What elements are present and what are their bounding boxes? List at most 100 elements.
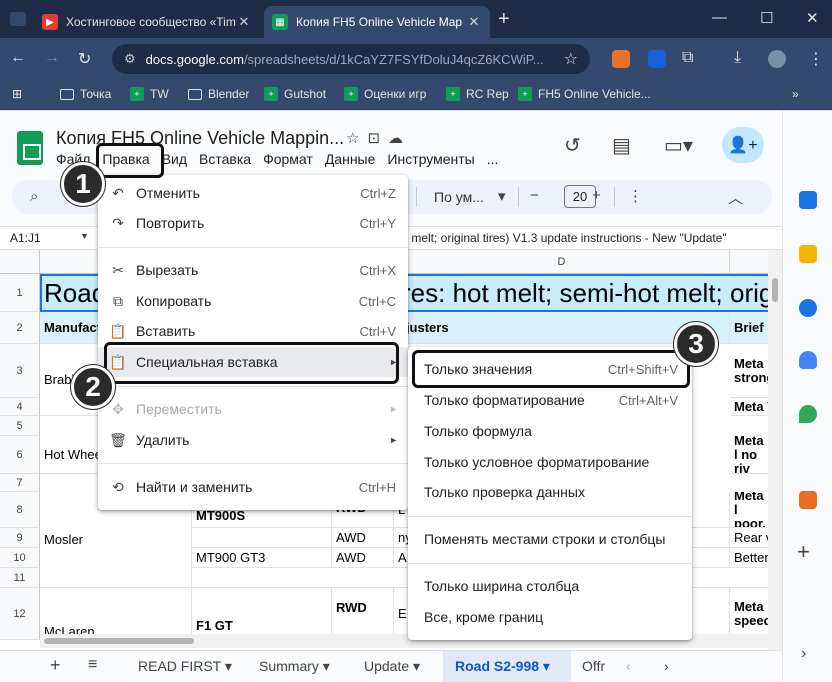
sheet-tab-road-s2-998[interactable]: Road S2-998 ▾ — [455, 658, 550, 675]
row-header[interactable]: 10 — [0, 548, 40, 568]
increase-font-size-button[interactable]: + — [592, 187, 601, 204]
row-header[interactable]: 2 — [0, 312, 40, 344]
row-header[interactable]: 3 — [0, 344, 40, 398]
sheets-logo-icon[interactable] — [17, 131, 43, 165]
back-icon[interactable]: ← — [10, 49, 26, 67]
row-header[interactable]: 4 — [0, 398, 40, 416]
vertical-scrollbar[interactable] — [768, 250, 782, 650]
sheet-tab-update[interactable]: Update ▾ — [364, 658, 420, 675]
browser-menu-icon[interactable]: ⋮ — [808, 49, 824, 69]
download-icon[interactable]: ⤓ — [734, 49, 741, 67]
browser-tab-sheet[interactable]: ▦ Копия FH5 Online Vehicle Map ✕ — [264, 6, 490, 38]
menu-item-find-replace[interactable]: ⟲ Найти и заменить Ctrl+H — [98, 472, 408, 502]
row-header[interactable]: 9 — [0, 528, 40, 548]
bookmark-tochka[interactable]: Точка — [60, 87, 111, 101]
bookmark-ocenki[interactable]: + Оценки игр — [344, 87, 426, 101]
row-header[interactable]: 5 — [0, 416, 40, 436]
forward-icon[interactable]: → — [44, 49, 60, 67]
keep-icon[interactable] — [799, 245, 817, 263]
bookmark-rcrep[interactable]: + RC Rep — [446, 87, 509, 101]
cell-b12[interactable]: F1 GT — [192, 588, 332, 640]
scroll-thumb[interactable] — [772, 278, 778, 302]
site-info-icon[interactable]: ⚙ — [124, 51, 136, 67]
all-sheets-icon[interactable]: ≡ — [88, 656, 97, 674]
menu-insert[interactable]: Вставка — [199, 151, 251, 167]
menu-item-paste-column-width[interactable]: Только ширина столбца — [408, 571, 692, 601]
row-header[interactable]: 1 — [0, 274, 40, 312]
select-all-corner[interactable] — [0, 250, 40, 274]
scroll-thumb[interactable] — [44, 638, 194, 644]
font-select[interactable]: По ум... — [434, 189, 484, 205]
menu-item-copy[interactable]: ⧉ Копировать Ctrl+C — [98, 286, 408, 316]
row-header[interactable]: 11 — [0, 568, 40, 588]
cell-e8[interactable]: Meta l poor. — [730, 492, 770, 528]
cell-c10[interactable]: AWD — [332, 548, 394, 568]
star-icon[interactable]: ☆ — [346, 130, 367, 147]
menu-item-redo[interactable]: ↷ Повторить Ctrl+Y — [98, 208, 408, 238]
menu-format[interactable]: Формат — [263, 151, 313, 167]
cell-e3[interactable]: Meta l strong — [730, 344, 770, 398]
name-box-dropdown-icon[interactable]: ▼ — [80, 231, 89, 241]
get-addons-icon[interactable]: + — [797, 539, 810, 565]
shield-extension-icon[interactable] — [648, 50, 666, 68]
formula-input[interactable]: ot melt; original tires) V1.3 update ins… — [398, 231, 727, 245]
sheet-tab-read-first[interactable]: READ FIRST ▾ — [138, 658, 232, 675]
history-icon[interactable]: ↺ — [564, 133, 581, 158]
maps-icon[interactable] — [799, 405, 817, 423]
menu-item-paste-transposed[interactable]: Поменять местами строки и столбцы — [408, 524, 692, 554]
decrease-font-size-button[interactable]: − — [530, 187, 539, 204]
collapse-toolbar-icon[interactable]: ︿ — [728, 187, 743, 208]
bookmark-fh5[interactable]: + FH5 Online Vehicle... — [518, 87, 651, 101]
menu-item-paste-conditional-formatting[interactable]: Только условное форматирование — [408, 447, 692, 477]
column-header-d[interactable]: D — [394, 250, 730, 274]
sheet-tab-offr[interactable]: Offr — [582, 658, 605, 674]
menu-item-paste-formula-only[interactable]: Только формула — [408, 416, 692, 446]
tasks-icon[interactable] — [799, 299, 817, 317]
tab-search-icon[interactable] — [10, 12, 26, 26]
address-bar[interactable]: ⚙ docs.google.com /spreadsheets/d/1kCaYZ… — [112, 44, 590, 74]
menu-item-delete[interactable]: 🗑 Удалить ► — [98, 425, 408, 455]
bookmark-tw[interactable]: + TW — [130, 87, 169, 101]
menu-item-paste-format-only[interactable]: Только форматирование Ctrl+Alt+V — [408, 385, 692, 415]
close-window-icon[interactable]: ✕ — [806, 9, 819, 27]
row-header[interactable]: 12 — [0, 588, 40, 640]
cell-e6[interactable]: Meta l no riv — [730, 436, 770, 474]
maximize-icon[interactable]: ☐ — [760, 9, 773, 27]
contacts-icon[interactable] — [799, 351, 817, 369]
cell-e12[interactable]: Meta l speed — [730, 588, 770, 640]
row-header[interactable]: 6 — [0, 436, 40, 474]
menu-item-paste-data-validation[interactable]: Только проверка данных — [408, 477, 692, 507]
menu-view[interactable]: Вид — [162, 151, 187, 167]
menu-item-undo[interactable]: ↶ Отменить Ctrl+Z — [98, 178, 408, 208]
search-menus-icon[interactable]: ⌕ — [30, 188, 38, 205]
more-bookmarks-icon[interactable]: » — [792, 87, 799, 101]
more-tools-icon[interactable]: ⋮ — [628, 187, 643, 205]
reload-icon[interactable]: ↻ — [78, 49, 91, 69]
cell-e10[interactable]: Better — [730, 548, 770, 568]
menu-tools[interactable]: Инструменты — [387, 151, 474, 167]
meet-video-icon[interactable]: ▭▾ — [664, 133, 693, 158]
bookmark-gutshot[interactable]: + Gutshot — [264, 87, 326, 101]
fox-extension-icon[interactable] — [612, 50, 630, 68]
row-header[interactable]: 8 — [0, 492, 40, 528]
close-tab-icon[interactable]: ✕ — [236, 14, 252, 30]
add-sheet-icon[interactable]: + — [50, 655, 61, 676]
cell-b10[interactable]: MT900 GT3 — [192, 548, 332, 568]
name-box[interactable]: A1:J1 — [10, 231, 41, 245]
column-header-e[interactable] — [730, 250, 770, 274]
scroll-tabs-left-icon[interactable]: ‹ — [626, 658, 631, 674]
close-tab-icon[interactable]: ✕ — [466, 14, 482, 30]
profile-icon[interactable] — [768, 50, 786, 68]
cell-c9[interactable]: AWD — [332, 528, 394, 548]
bookmark-star-icon[interactable]: ☆ — [564, 49, 578, 69]
cell-e2[interactable]: Brief I — [730, 312, 770, 344]
cell-c12[interactable]: RWD — [332, 588, 394, 640]
extensions-puzzle-icon[interactable]: ⧉ — [682, 49, 693, 67]
font-dropdown-icon[interactable]: ▾ — [498, 187, 506, 205]
menu-item-cut[interactable]: ✂ Вырезать Ctrl+X — [98, 255, 408, 285]
bookmark-blender[interactable]: Blender — [188, 87, 249, 101]
calendar-icon[interactable] — [799, 191, 817, 209]
row-header[interactable]: 7 — [0, 474, 40, 492]
expand-panel-icon[interactable]: › — [801, 645, 806, 663]
cell-b9[interactable] — [192, 528, 332, 548]
